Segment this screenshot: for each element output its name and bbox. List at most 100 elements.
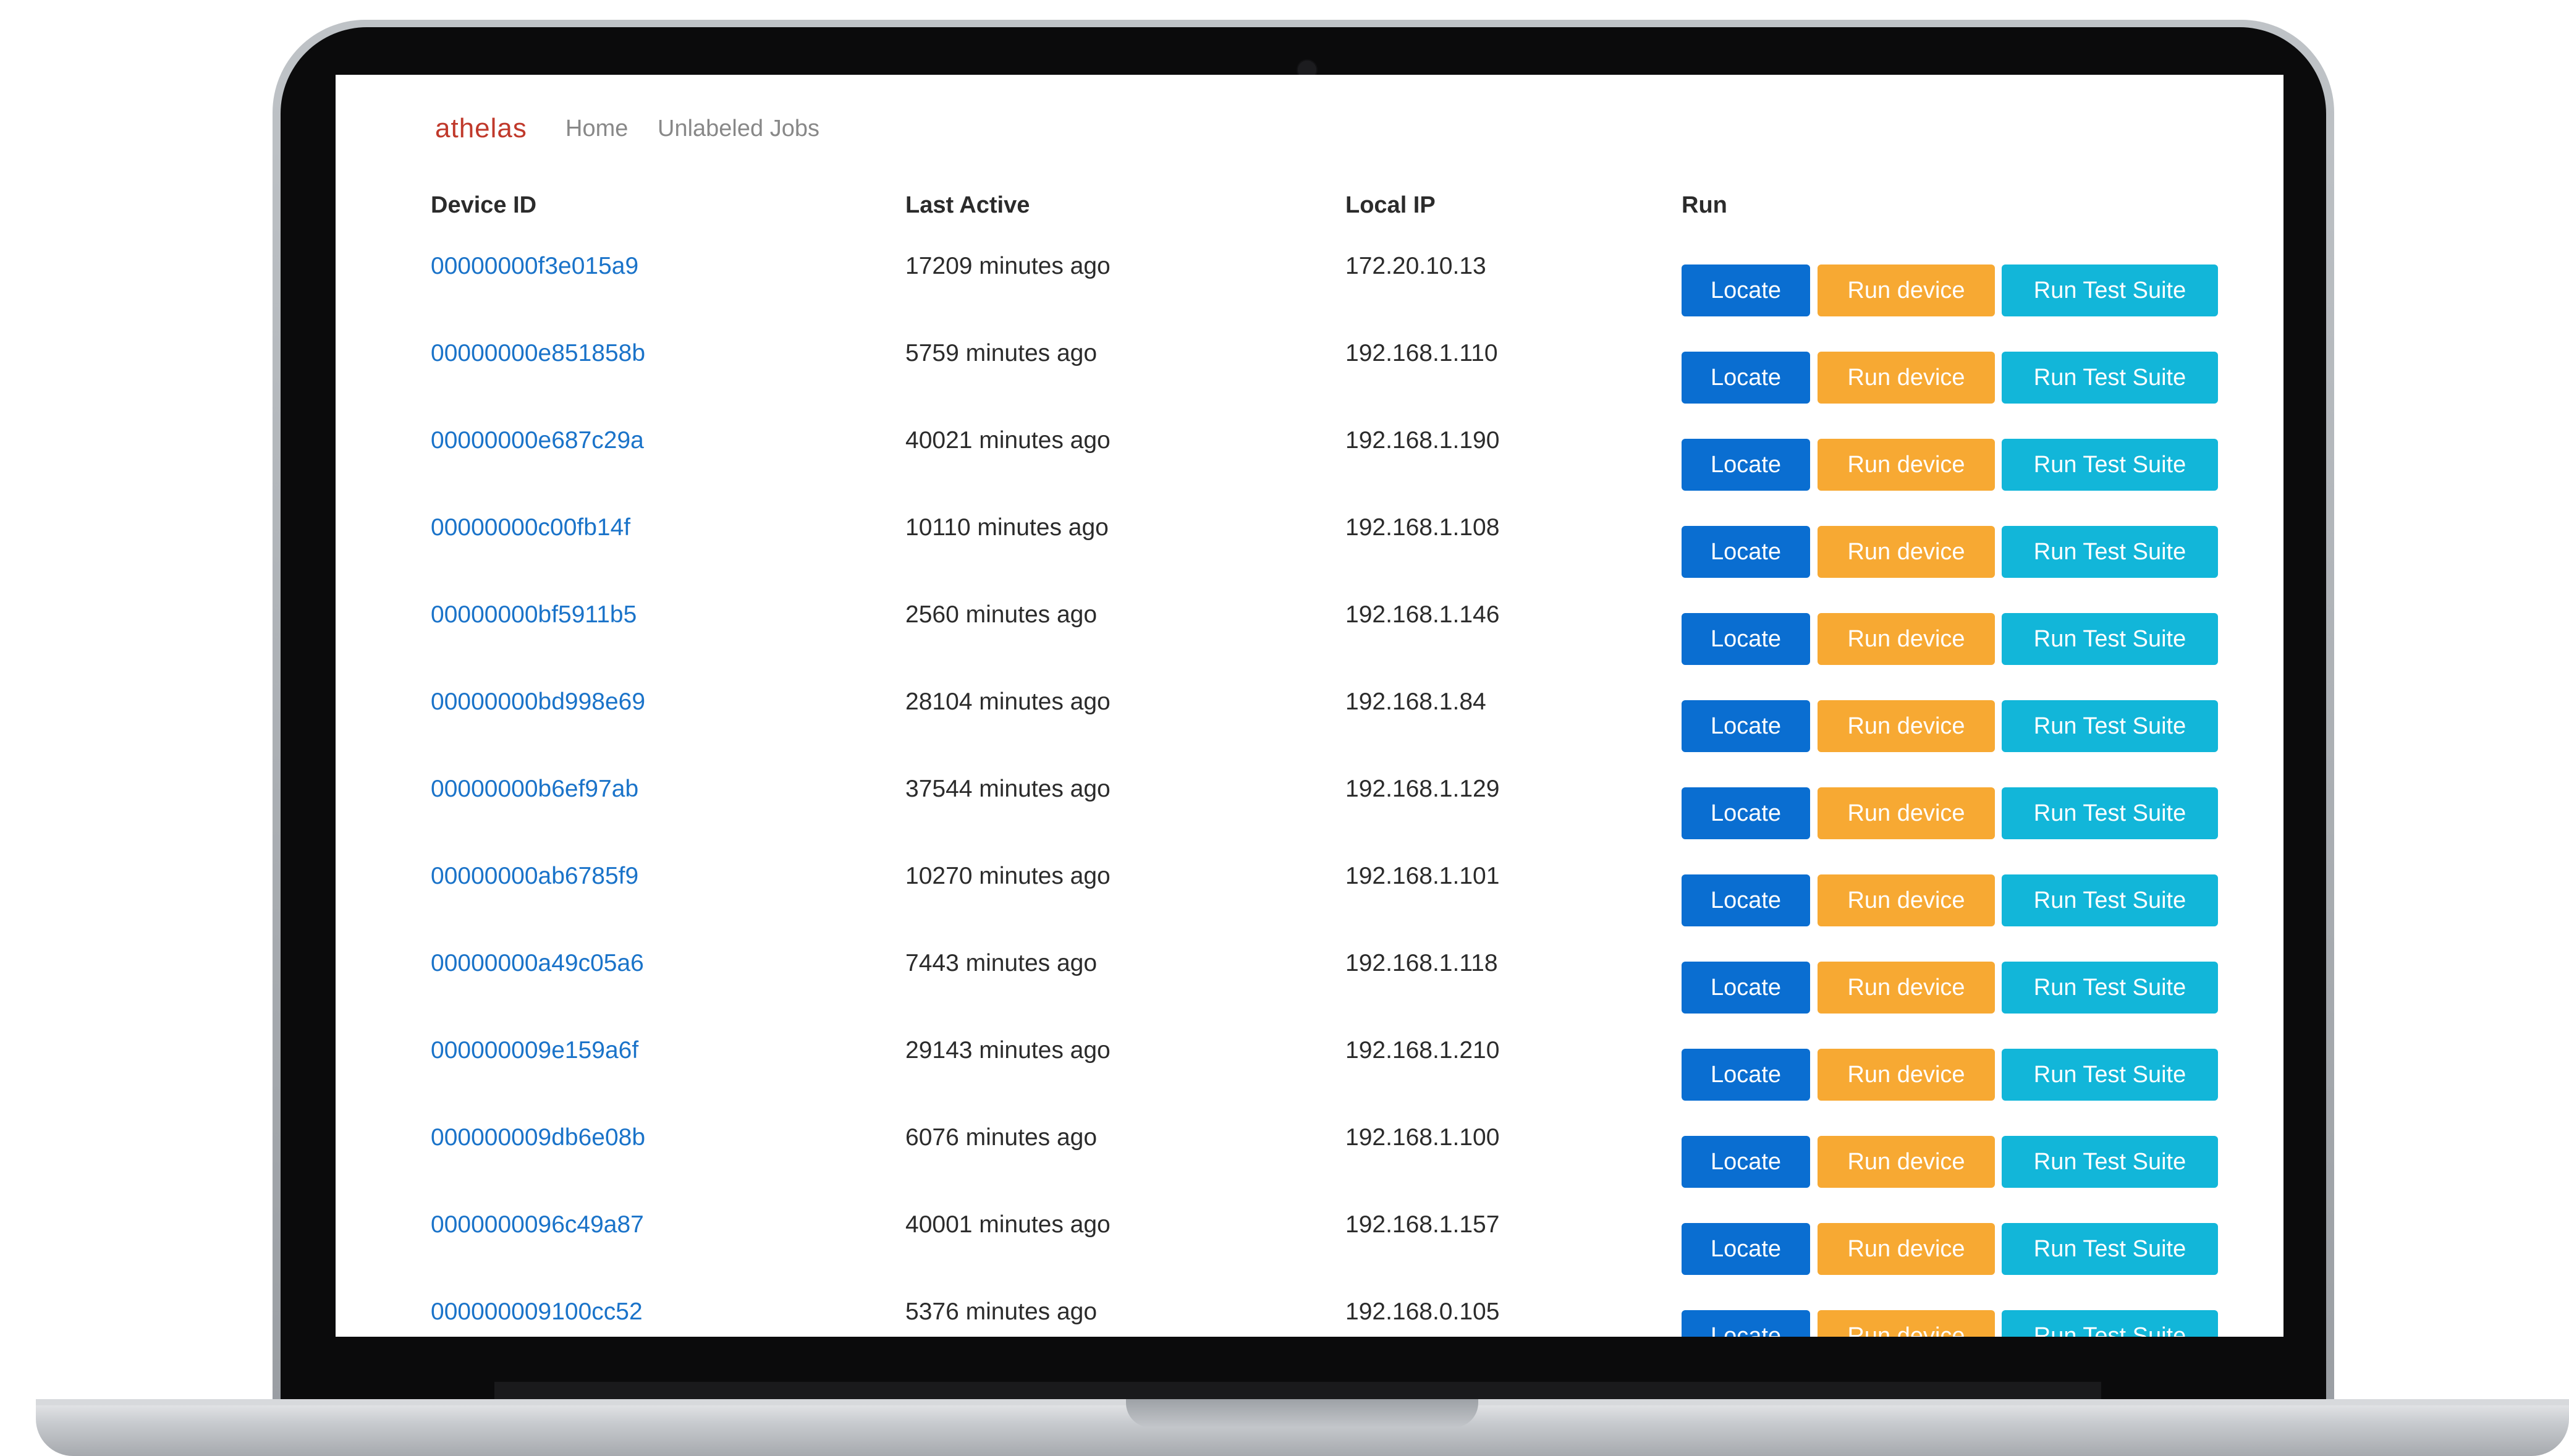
navbar: athelas Home Unlabeled Jobs bbox=[336, 75, 2283, 186]
run-device-button[interactable]: Run device bbox=[1818, 613, 1995, 665]
run-test-suite-button[interactable]: Run Test Suite bbox=[2002, 787, 2218, 839]
run-device-button[interactable]: Run device bbox=[1818, 1136, 1995, 1188]
screen: athelas Home Unlabeled Jobs Device ID La… bbox=[336, 75, 2283, 1337]
run-test-suite-button[interactable]: Run Test Suite bbox=[2002, 265, 2218, 316]
locate-button[interactable]: Locate bbox=[1682, 962, 1810, 1014]
table-row: 00000000e687c29a 40021 minutes ago 192.168… bbox=[336, 427, 2283, 514]
device-id-link[interactable]: 00000000bf5911b5 bbox=[431, 601, 637, 629]
table-row: 00000000b6ef97ab 37544 minutes ago 192.168… bbox=[336, 776, 2283, 863]
last-active-cell: 6076 minutes ago bbox=[905, 1124, 1098, 1151]
run-test-suite-button[interactable]: Run Test Suite bbox=[2002, 874, 2218, 926]
last-active-cell: 10110 minutes ago bbox=[905, 514, 1109, 541]
table-row: 00000000bd998e69 28104 minutes ago 192.168… bbox=[336, 688, 2283, 776]
run-test-suite-button[interactable]: Run Test Suite bbox=[2002, 613, 2218, 665]
device-id-link[interactable]: 00000000ab6785f9 bbox=[431, 863, 638, 890]
run-test-suite-button[interactable]: Run Test Suite bbox=[2002, 700, 2218, 752]
last-active-cell: 37544 minutes ago bbox=[905, 776, 1111, 802]
table-row: 000000009e159a6f 29143 minutes ago 192.168… bbox=[336, 1037, 2283, 1124]
header-last-active: Last Active bbox=[905, 192, 1030, 218]
run-device-button[interactable]: Run device bbox=[1818, 439, 1995, 491]
laptop-opening-notch bbox=[1126, 1399, 1478, 1428]
local-ip-cell: 192.168.1.210 bbox=[1345, 1037, 1500, 1064]
locate-button[interactable]: Locate bbox=[1682, 1049, 1810, 1101]
run-device-button[interactable]: Run device bbox=[1818, 874, 1995, 926]
table-row: 00000000f3e015a9 17209 minutes ago 172.20.… bbox=[336, 253, 2283, 340]
laptop-hinge bbox=[494, 1382, 2101, 1399]
local-ip-cell: 192.168.1.84 bbox=[1345, 688, 1486, 715]
run-device-button[interactable]: Run device bbox=[1818, 526, 1995, 578]
locate-button[interactable]: Locate bbox=[1682, 1223, 1810, 1275]
device-id-link[interactable]: 000000009100cc52 bbox=[431, 1298, 643, 1326]
table-row: 00000000a49c05a6 7443 minutes ago 192.168.… bbox=[336, 950, 2283, 1037]
run-test-suite-button[interactable]: Run Test Suite bbox=[2002, 352, 2218, 404]
locate-button[interactable]: Locate bbox=[1682, 526, 1810, 578]
run-device-button[interactable]: Run device bbox=[1818, 1310, 1995, 1337]
local-ip-cell: 192.168.1.101 bbox=[1345, 863, 1500, 889]
local-ip-cell: 192.168.1.157 bbox=[1345, 1211, 1500, 1238]
last-active-cell: 5376 minutes ago bbox=[905, 1298, 1098, 1325]
run-test-suite-button[interactable]: Run Test Suite bbox=[2002, 1223, 2218, 1275]
device-id-link[interactable]: 000000009e159a6f bbox=[431, 1037, 638, 1064]
local-ip-cell: 192.168.1.118 bbox=[1345, 950, 1498, 976]
run-device-button[interactable]: Run device bbox=[1818, 1223, 1995, 1275]
table-row: 00000000c00fb14f 10110 minutes ago 192.168… bbox=[336, 514, 2283, 601]
run-test-suite-button[interactable]: Run Test Suite bbox=[2002, 526, 2218, 578]
locate-button[interactable]: Locate bbox=[1682, 265, 1810, 316]
device-id-link[interactable]: 0000000096c49a87 bbox=[431, 1211, 644, 1238]
local-ip-cell: 172.20.10.13 bbox=[1345, 253, 1486, 279]
run-test-suite-button[interactable]: Run Test Suite bbox=[2002, 439, 2218, 491]
last-active-cell: 40021 minutes ago bbox=[905, 427, 1111, 454]
brand-logo[interactable]: athelas bbox=[435, 113, 527, 144]
header-run: Run bbox=[1682, 192, 1727, 218]
device-id-link[interactable]: 00000000a49c05a6 bbox=[431, 950, 644, 977]
device-id-link[interactable]: 00000000c00fb14f bbox=[431, 514, 630, 541]
header-local-ip: Local IP bbox=[1345, 192, 1436, 218]
locate-button[interactable]: Locate bbox=[1682, 700, 1810, 752]
last-active-cell: 17209 minutes ago bbox=[905, 253, 1111, 279]
table-row: 000000009db6e08b 6076 minutes ago 192.168.… bbox=[336, 1124, 2283, 1211]
locate-button[interactable]: Locate bbox=[1682, 439, 1810, 491]
run-test-suite-button[interactable]: Run Test Suite bbox=[2002, 1136, 2218, 1188]
last-active-cell: 2560 minutes ago bbox=[905, 601, 1098, 628]
locate-button[interactable]: Locate bbox=[1682, 787, 1810, 839]
local-ip-cell: 192.168.1.110 bbox=[1345, 340, 1498, 366]
run-device-button[interactable]: Run device bbox=[1818, 962, 1995, 1014]
locate-button[interactable]: Locate bbox=[1682, 352, 1810, 404]
device-id-link[interactable]: 00000000bd998e69 bbox=[431, 688, 645, 716]
run-device-button[interactable]: Run device bbox=[1818, 700, 1995, 752]
device-id-link[interactable]: 00000000e851858b bbox=[431, 340, 645, 367]
run-device-button[interactable]: Run device bbox=[1818, 352, 1995, 404]
run-device-button[interactable]: Run device bbox=[1818, 1049, 1995, 1101]
nav-unlabeled-jobs-link[interactable]: Unlabeled Jobs bbox=[658, 116, 819, 142]
table-row: 00000000ab6785f9 10270 minutes ago 192.168… bbox=[336, 863, 2283, 950]
device-id-link[interactable]: 00000000f3e015a9 bbox=[431, 253, 638, 280]
last-active-cell: 7443 minutes ago bbox=[905, 950, 1098, 976]
local-ip-cell: 192.168.1.100 bbox=[1345, 1124, 1500, 1151]
table-row: 000000009100cc52 5376 minutes ago 192.168.… bbox=[336, 1298, 2283, 1337]
locate-button[interactable]: Locate bbox=[1682, 1310, 1810, 1337]
local-ip-cell: 192.168.0.105 bbox=[1345, 1298, 1500, 1325]
run-device-button[interactable]: Run device bbox=[1818, 265, 1995, 316]
run-test-suite-button[interactable]: Run Test Suite bbox=[2002, 962, 2218, 1014]
device-id-link[interactable]: 00000000e687c29a bbox=[431, 427, 644, 454]
locate-button[interactable]: Locate bbox=[1682, 874, 1810, 926]
local-ip-cell: 192.168.1.146 bbox=[1345, 601, 1500, 628]
run-device-button[interactable]: Run device bbox=[1818, 787, 1995, 839]
last-active-cell: 5759 minutes ago bbox=[905, 340, 1098, 366]
locate-button[interactable]: Locate bbox=[1682, 613, 1810, 665]
device-id-link[interactable]: 000000009db6e08b bbox=[431, 1124, 645, 1151]
table-row: 00000000bf5911b5 2560 minutes ago 192.168.… bbox=[336, 601, 2283, 688]
run-test-suite-button[interactable]: Run Test Suite bbox=[2002, 1049, 2218, 1101]
last-active-cell: 40001 minutes ago bbox=[905, 1211, 1111, 1238]
last-active-cell: 29143 minutes ago bbox=[905, 1037, 1111, 1064]
locate-button[interactable]: Locate bbox=[1682, 1136, 1810, 1188]
local-ip-cell: 192.168.1.190 bbox=[1345, 427, 1500, 454]
table-row: 0000000096c49a87 40001 minutes ago 192.168… bbox=[336, 1211, 2283, 1298]
last-active-cell: 28104 minutes ago bbox=[905, 688, 1111, 715]
nav-home-link[interactable]: Home bbox=[565, 116, 628, 142]
local-ip-cell: 192.168.1.108 bbox=[1345, 514, 1500, 541]
table-row: 00000000e851858b 5759 minutes ago 192.168.… bbox=[336, 340, 2283, 427]
device-id-link[interactable]: 00000000b6ef97ab bbox=[431, 776, 638, 803]
header-device-id: Device ID bbox=[431, 192, 537, 218]
run-test-suite-button[interactable]: Run Test Suite bbox=[2002, 1310, 2218, 1337]
